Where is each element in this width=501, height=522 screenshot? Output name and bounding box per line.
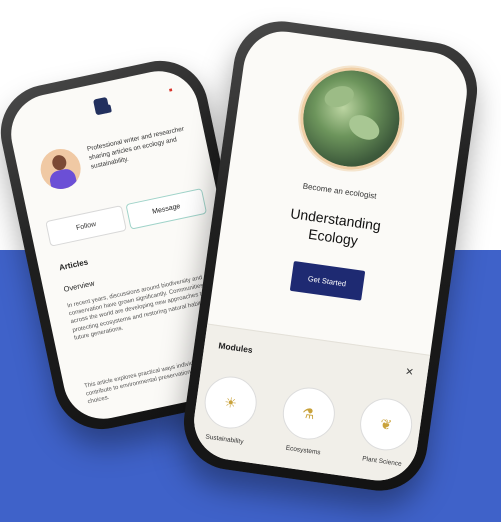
- follow-button[interactable]: Follow: [45, 205, 127, 247]
- sun-icon[interactable]: ☀: [201, 373, 261, 432]
- modules-panel-title: Modules: [217, 340, 254, 356]
- logo-icon[interactable]: [92, 96, 110, 116]
- close-icon[interactable]: ✕: [404, 366, 414, 378]
- flask-icon[interactable]: ⚗: [279, 384, 338, 443]
- section-heading: Articles: [58, 257, 89, 273]
- leaf-icon[interactable]: ❦: [356, 395, 416, 454]
- message-button[interactable]: Message: [125, 188, 208, 230]
- section-subheading: Overview: [62, 278, 96, 294]
- module-label: Plant Science: [361, 455, 403, 468]
- profile-bio: Professional writer and researcher shari…: [86, 125, 185, 171]
- get-started-button[interactable]: Get Started: [289, 260, 365, 301]
- module-label: Ecosystems: [285, 444, 321, 457]
- cart-icon[interactable]: ▪: [168, 84, 174, 97]
- right-phone-screen: Become an ecologist Understanding Ecolog…: [189, 26, 472, 486]
- modules-panel-header: Modules ✕: [217, 336, 415, 381]
- modules-panel: Modules ✕ ☀ ⚗ ❦ Sustainability Ecosystem…: [189, 323, 431, 486]
- course-photo: [293, 60, 409, 177]
- avatar[interactable]: [36, 145, 85, 193]
- module-label: Sustainability: [204, 433, 244, 446]
